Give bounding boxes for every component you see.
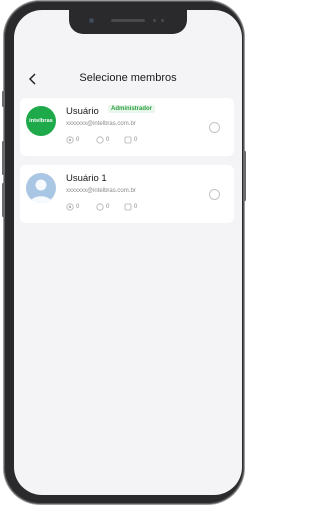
volume-down-button [2,183,5,217]
stat-item: 0 [66,136,79,144]
screen: Selecione membros intelbras Usuário Admi… [14,10,242,495]
page-title: Selecione membros [79,72,177,84]
stat-item: 0 [66,203,79,211]
header: Selecione membros [14,68,242,90]
member-name: Usuário 1 [66,173,107,184]
power-button [243,151,246,201]
volume-up-button [2,141,5,175]
stat-count: 0 [106,137,110,143]
member-email: xxxxxxx@intelbras.com.br [66,188,136,194]
door-icon [124,136,132,144]
avatar-logo-text: intelbras [29,118,53,124]
sensor [161,19,164,22]
speaker [111,19,145,22]
camera-icon [96,136,104,144]
admin-badge: Administrador [108,105,156,113]
member-card[interactable]: intelbras Usuário Administrador xxxxxxx@… [20,98,234,156]
avatar: intelbras [26,106,56,136]
member-email: xxxxxxx@intelbras.com.br [66,121,136,127]
stat-item: 0 [124,203,137,211]
stat-item: 0 [96,136,109,144]
select-radio[interactable] [209,122,220,133]
camera [89,18,94,23]
stat-item: 0 [124,136,137,144]
stat-count: 0 [76,137,80,143]
device-icon [66,136,74,144]
device-icon [66,203,74,211]
stat-count: 0 [134,204,138,210]
stat-item: 0 [96,203,109,211]
avatar [26,173,56,203]
stat-count: 0 [134,137,138,143]
side-button [2,91,5,107]
sensor [153,19,156,22]
stat-count: 0 [76,204,80,210]
camera-icon [96,203,104,211]
member-card[interactable]: Usuário 1 xxxxxxx@intelbras.com.br 0 0 0 [20,165,234,223]
notch [69,10,187,34]
phone-frame: Selecione membros intelbras Usuário Admi… [2,1,246,504]
user-placeholder-icon [30,179,52,203]
stat-count: 0 [106,204,110,210]
select-radio[interactable] [209,189,220,200]
door-icon [124,203,132,211]
member-name: Usuário [66,106,99,117]
